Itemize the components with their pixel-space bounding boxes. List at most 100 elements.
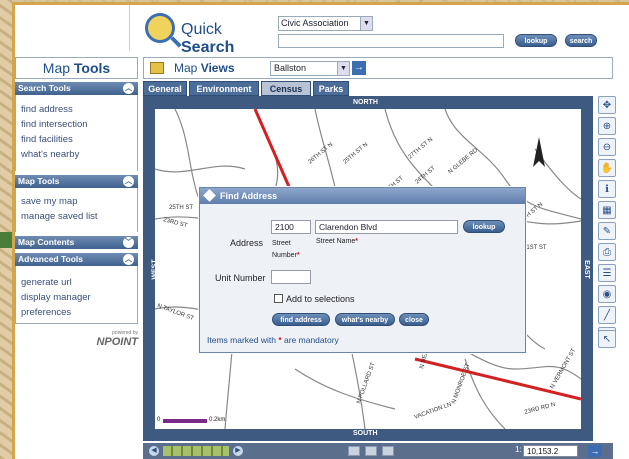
mandatory-note: Items marked with * are mandatory [207, 335, 339, 345]
svg-text:23RD RD N: 23RD RD N [524, 402, 556, 416]
globe-icon[interactable]: ◉ [598, 285, 616, 303]
advanced-tools-list: generate url display manager preferences [15, 266, 138, 324]
collapse-icon[interactable]: ︿ [123, 254, 134, 265]
section-advanced-tools[interactable]: Advanced Tools ︿ [15, 253, 138, 266]
street-name-input[interactable]: Clarendon Blvd [315, 220, 458, 234]
view-mode-3[interactable] [382, 446, 394, 456]
nav-forward-icon[interactable]: ▶ [233, 446, 243, 456]
left-green-marker [0, 232, 12, 248]
street-number-input[interactable]: 2100 [271, 220, 311, 234]
find-address-dialog: Find Address Address 2100 Clarendon Blvd… [199, 187, 526, 353]
section-map-contents[interactable]: Map Contents ﹀ [15, 236, 138, 249]
close-button[interactable]: close [399, 313, 429, 326]
whats-nearby-button[interactable]: what's nearby [335, 313, 395, 326]
view-mode-2[interactable] [365, 446, 377, 456]
map-tools-list: save my map manage saved list [15, 188, 138, 232]
svg-text:N GLEBE RD: N GLEBE RD [447, 147, 479, 175]
diamond-icon [203, 189, 216, 202]
pan-east[interactable]: EAST [583, 260, 590, 279]
quick-search-input[interactable] [278, 34, 504, 48]
svg-text:VACATION LN: VACATION LN [414, 402, 453, 421]
link-display-manager[interactable]: display manager [16, 290, 137, 305]
link-preferences[interactable]: preferences [16, 305, 137, 320]
pan-north[interactable]: NORTH [353, 99, 378, 106]
pan-south[interactable]: SOUTH [353, 430, 378, 437]
header-logo-area [15, 5, 130, 51]
north-arrow-icon [533, 137, 545, 167]
search-type-select[interactable]: Civic Association ▼ [278, 16, 373, 31]
scale-bar-graphic [163, 419, 207, 423]
quick-search-brand: Quick Search [145, 11, 275, 56]
scale-prefix: 1: [515, 445, 522, 454]
pointer-icon[interactable]: ↖ [598, 330, 616, 348]
search-tools-list: find address find intersection find faci… [15, 95, 138, 171]
dialog-lookup-button[interactable]: lookup [463, 220, 505, 233]
address-label: Address [230, 238, 264, 248]
identify-icon[interactable]: ℹ [598, 180, 616, 198]
left-background-strip [0, 0, 12, 459]
collapse-icon[interactable]: ︿ [123, 176, 134, 187]
map-views-icon [150, 62, 164, 74]
hand-pan-icon[interactable]: ✋ [598, 159, 616, 177]
map-tools-title: Map Tools [15, 57, 138, 79]
tab-census[interactable]: Census [261, 81, 311, 96]
link-manage-saved-list[interactable]: manage saved list [16, 209, 137, 224]
svg-text:N VERMONT ST: N VERMONT ST [550, 348, 578, 390]
print-icon[interactable]: ⎙ [598, 243, 616, 261]
svg-text:23RD ST: 23RD ST [162, 217, 188, 229]
tab-environment[interactable]: Environment [189, 81, 259, 96]
svg-text:21ST ST: 21ST ST [523, 245, 547, 251]
section-search-tools[interactable]: Search Tools ︿ [15, 82, 138, 95]
chevron-down-icon: ▼ [360, 17, 372, 30]
link-find-address[interactable]: find address [16, 102, 137, 117]
view-mode-1[interactable] [348, 446, 360, 456]
powered-by-logo: powered by NPOINT [96, 330, 138, 348]
add-to-selections-label: Add to selections [286, 294, 355, 304]
link-find-intersection[interactable]: find intersection [16, 117, 137, 132]
scale-go-button[interactable]: → [588, 445, 602, 457]
link-generate-url[interactable]: generate url [16, 275, 137, 290]
header: Quick Search Civic Association ▼ lookup s… [15, 5, 629, 56]
svg-text:25TH ST N: 25TH ST N [342, 142, 369, 166]
dialog-title-bar[interactable]: Find Address [200, 188, 525, 204]
quick-search-title: Quick Search [181, 21, 235, 56]
collapse-icon[interactable]: ︿ [123, 83, 134, 94]
map-toolbar: ✥ ⊕ ⊖ ✋ ℹ ▦ ✎ ⎙ ☰ ◉ ╱ ⚑ [596, 96, 618, 346]
chevron-down-icon: ▼ [337, 62, 349, 75]
svg-text:N POLLARD ST: N POLLARD ST [356, 362, 377, 405]
pan-arrows-icon[interactable]: ✥ [598, 96, 616, 114]
quick-search-button[interactable]: search [565, 34, 597, 47]
link-save-my-map[interactable]: save my map [16, 194, 137, 209]
zoom-out-icon[interactable]: ⊖ [598, 138, 616, 156]
map-view-go-button[interactable]: → [352, 61, 366, 75]
svg-text:N TAYLOR ST: N TAYLOR ST [156, 303, 194, 322]
svg-text:26TH ST N: 26TH ST N [307, 142, 334, 166]
select-icon[interactable]: ▦ [598, 201, 616, 219]
draw-line-icon[interactable]: ╱ [598, 306, 616, 324]
scale-input[interactable]: 10,153.2 [523, 445, 578, 457]
street-number-caption: Street Number* [272, 240, 300, 259]
nav-back-icon[interactable]: ◀ [149, 446, 159, 456]
section-map-tools[interactable]: Map Tools ︿ [15, 175, 138, 188]
map-view-select[interactable]: Ballston ▼ [270, 61, 350, 76]
link-find-facilities[interactable]: find facilities [16, 132, 137, 147]
tab-general[interactable]: General [143, 81, 187, 96]
unit-number-label: Unit Number [215, 273, 266, 283]
link-whats-nearby[interactable]: what's nearby [16, 147, 137, 162]
svg-text:24TH ST: 24TH ST [414, 165, 437, 185]
measure-icon[interactable]: ✎ [598, 222, 616, 240]
map-views-bar: Map Views Ballston ▼ → [143, 57, 613, 79]
magnifier-icon [145, 13, 175, 43]
zoom-in-icon[interactable]: ⊕ [598, 117, 616, 135]
find-address-button[interactable]: find address [272, 313, 330, 326]
add-to-selections-checkbox[interactable] [274, 294, 283, 303]
table-icon[interactable]: ☰ [598, 264, 616, 282]
unit-number-input[interactable] [271, 270, 311, 284]
overview-strip[interactable] [163, 446, 229, 456]
map-status-bar: ◀ ▶ 1: 10,153.2 → [143, 443, 613, 459]
quick-lookup-button[interactable]: lookup [515, 34, 557, 47]
street-name-caption: Street Name* [316, 238, 359, 245]
svg-text:27TH ST N: 27TH ST N [407, 137, 434, 161]
tab-parks[interactable]: Parks [313, 81, 349, 96]
expand-icon[interactable]: ﹀ [123, 237, 134, 248]
